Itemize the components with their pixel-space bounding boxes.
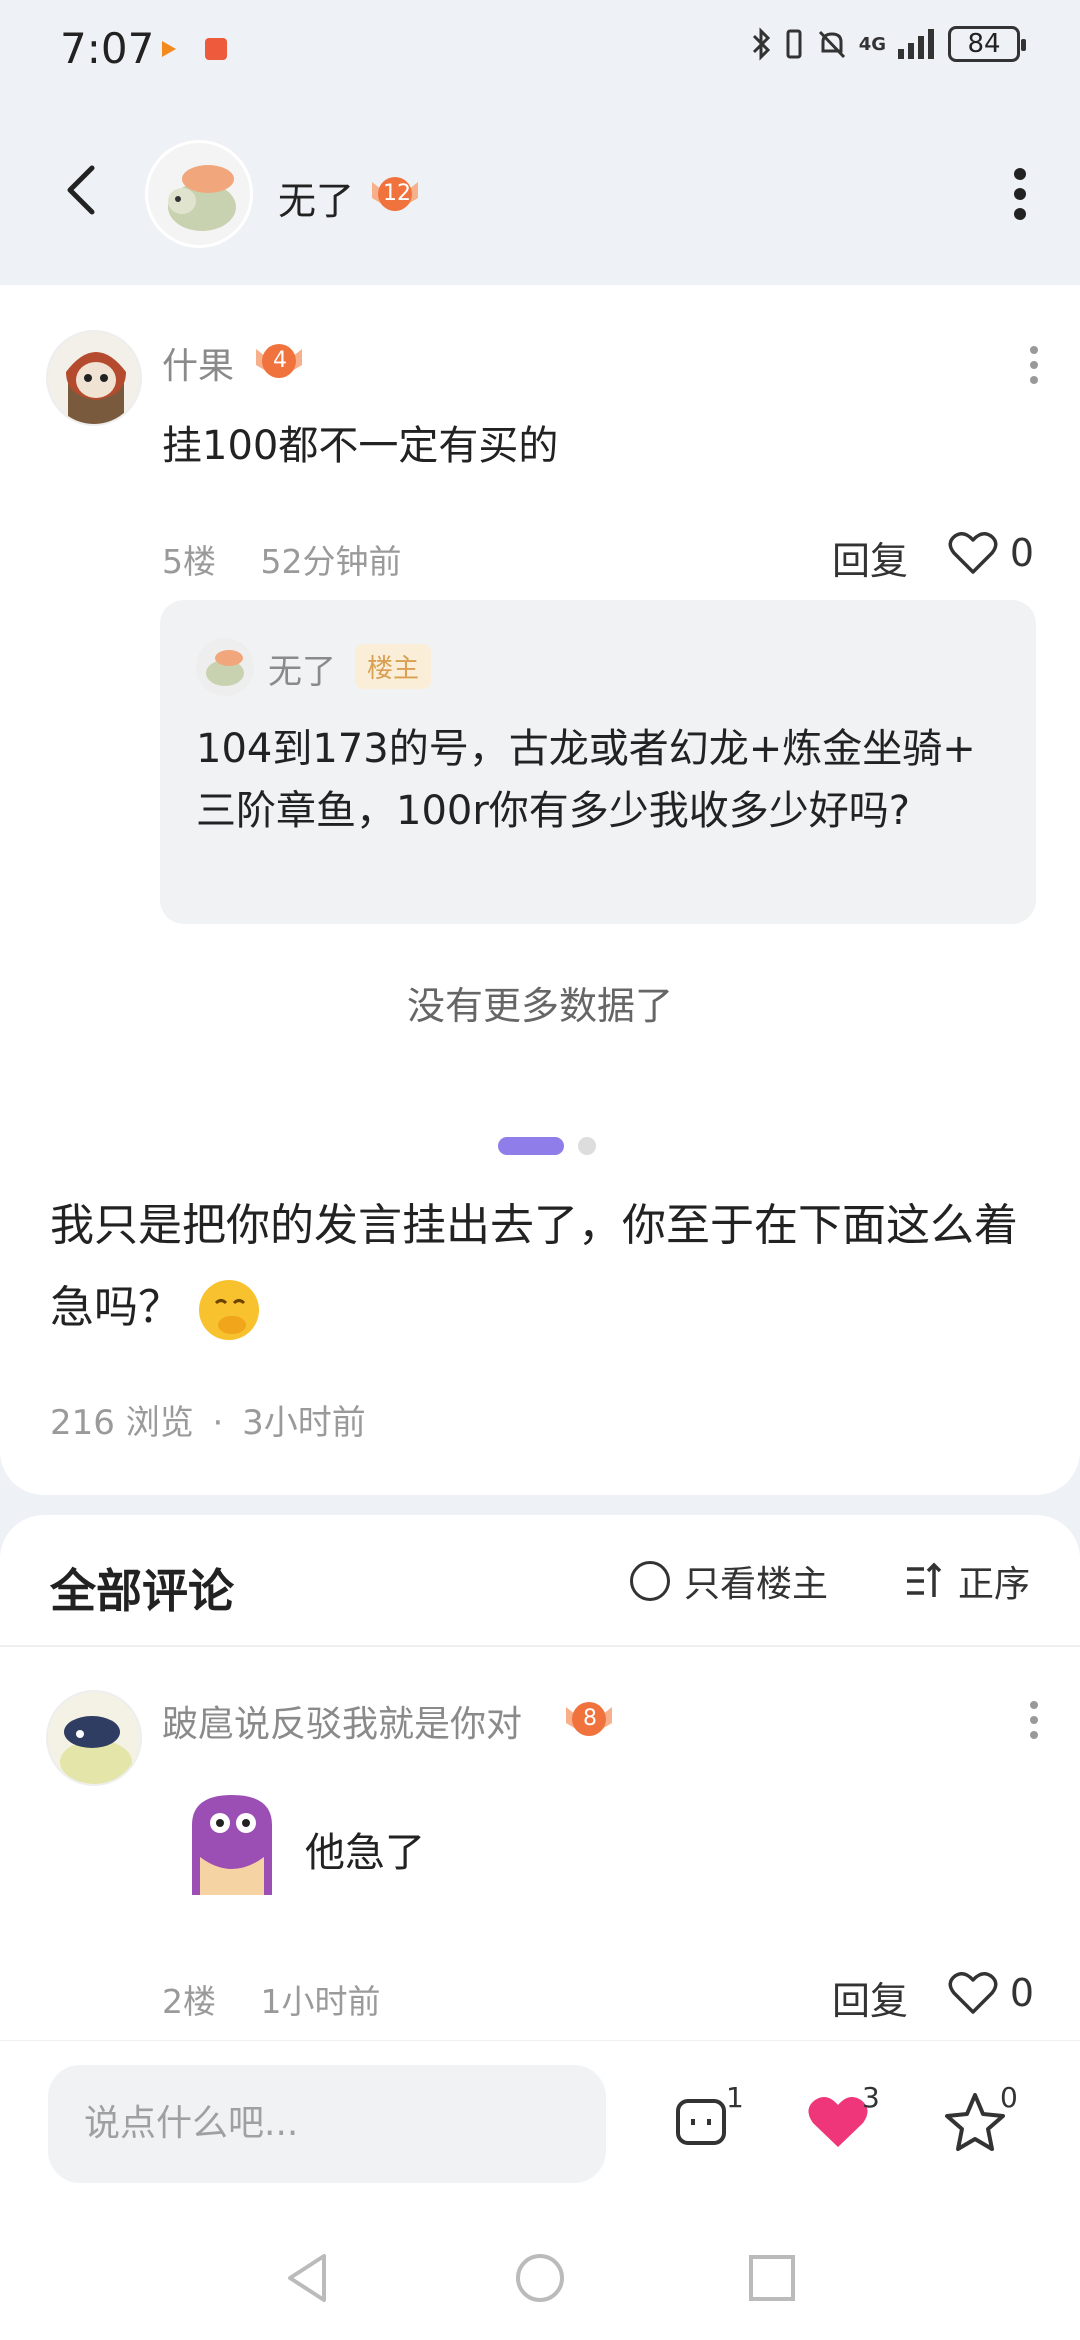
comment-time: 52分钟前 (260, 542, 402, 581)
thinking-emoji-icon (199, 1280, 259, 1340)
like-button[interactable]: 0 (948, 1970, 1034, 2016)
page-indicator (498, 1137, 596, 1155)
heart-outline-icon (948, 532, 998, 574)
dinosaur-sticker (192, 1795, 272, 1895)
comment-count: 1 (726, 2081, 744, 2114)
comment-text: 挂100都不一定有买的 (162, 423, 559, 469)
commenter-name[interactable]: 什果 (162, 337, 234, 389)
back-arrow-icon[interactable] (62, 162, 102, 218)
more-options-icon[interactable] (1010, 166, 1030, 222)
page-dot-active (498, 1137, 564, 1155)
reply-quote-box[interactable]: 无了 楼主 104到173的号，古龙或者幻龙+炼金坐骑+ 三阶章鱼，100r你有… (160, 600, 1036, 924)
author-name[interactable]: 无了 (278, 170, 354, 225)
comment-meta: 2楼 1小时前 (162, 1975, 381, 2023)
status-icons: 4G 84 (751, 26, 1026, 62)
like-count: 0 (1009, 531, 1034, 575)
status-bar: 7:07 4G 84 (0, 0, 1080, 100)
reply-user-name[interactable]: 无了 (268, 644, 336, 693)
post-views: 216 浏览 (50, 1403, 194, 1443)
commenter-level-badge: 8 (560, 1695, 618, 1743)
comment-more-icon[interactable] (1028, 1700, 1040, 1740)
post-meta: 216 浏览 · 3小时前 (50, 1395, 366, 1444)
page-dot (578, 1137, 596, 1155)
reply-text: 104到173的号，古龙或者幻龙+炼金坐骑+ 三阶章鱼，100r你有多少我收多少… (196, 726, 976, 834)
comment-more-icon[interactable] (1028, 345, 1040, 385)
commenter-level-text: 8 (583, 1706, 597, 1731)
op-tag: 楼主 (355, 644, 432, 689)
comments-title: 全部评论 (50, 1564, 234, 1618)
author-level-text: 12 (383, 181, 411, 206)
nav-home-icon[interactable] (512, 2250, 568, 2306)
post-time: 3小时前 (242, 1403, 366, 1443)
comment-item: 跛扈说反驳我就是你对 8 他急了 2楼 1小时前 回复 0 (0, 1645, 1080, 2035)
signal-icon (898, 29, 934, 59)
reply-button[interactable]: 回复 (832, 530, 908, 585)
sort-button[interactable]: 正序 (904, 1555, 1030, 1607)
post-body: 我只是把你的发言挂出去了，你至于在下面这么着急吗？ (50, 1185, 1030, 1349)
commenter-level-badge: 4 (250, 337, 308, 385)
system-navigation-bar (0, 2200, 1080, 2340)
network-type: 4G (858, 33, 886, 55)
commenter-avatar[interactable] (46, 330, 142, 426)
bluetooth-icon (752, 27, 770, 61)
like-button[interactable]: 0 (948, 530, 1034, 576)
favorite-count: 0 (1000, 2081, 1018, 2114)
reply-button[interactable]: 回复 (832, 1970, 908, 2025)
mute-icon (818, 30, 845, 59)
sort-label: 正序 (958, 1564, 1031, 1605)
author-avatar[interactable] (145, 140, 253, 248)
nav-recents-icon[interactable] (744, 2250, 800, 2306)
status-time: 7:07 (60, 24, 155, 73)
comment-time: 1小时前 (260, 1982, 381, 2021)
sort-icon (907, 1562, 942, 1597)
op-only-label: 只看楼主 (684, 1564, 829, 1605)
author-level-badge: 12 (366, 170, 424, 218)
comment-text: 他急了 (305, 1830, 425, 1876)
comment-meta: 5楼 52分钟前 (162, 535, 402, 583)
vibrate-icon (786, 29, 802, 59)
meta-separator: · (212, 1403, 224, 1443)
comment-floor: 2楼 (162, 1982, 216, 2021)
comments-section: 全部评论 只看楼主 正序 跛扈说反驳我就是你对 8 他急了 2楼 1小时前 回复… (0, 1515, 1080, 2045)
like-count: 0 (1009, 1971, 1034, 2015)
book-app-icon (205, 38, 227, 60)
op-only-toggle[interactable]: 只看楼主 (630, 1555, 828, 1607)
commenter-avatar[interactable] (46, 1690, 142, 1786)
radio-icon (630, 1561, 670, 1601)
reply-avatar[interactable] (196, 638, 254, 696)
quoted-comment: 什果 4 挂100都不一定有买的 5楼 52分钟前 回复 0 无了 楼主 104… (0, 285, 1080, 935)
commenter-name[interactable]: 跛扈说反驳我就是你对 (162, 1695, 522, 1747)
no-more-data: 没有更多数据了 (406, 984, 673, 1028)
video-app-icon (158, 38, 180, 60)
like-count: 3 (862, 2081, 880, 2114)
post-card: 什果 4 挂100都不一定有买的 5楼 52分钟前 回复 0 无了 楼主 104… (0, 285, 1080, 1495)
comment-floor: 5楼 (162, 542, 216, 581)
heart-outline-icon (948, 1972, 998, 2014)
nav-back-icon[interactable] (280, 2250, 336, 2306)
comment-input[interactable]: 说点什么吧... (48, 2065, 606, 2183)
header: 无了 12 (0, 100, 1080, 280)
commenter-level-text: 4 (273, 348, 287, 373)
battery-indicator: 84 (948, 26, 1026, 62)
